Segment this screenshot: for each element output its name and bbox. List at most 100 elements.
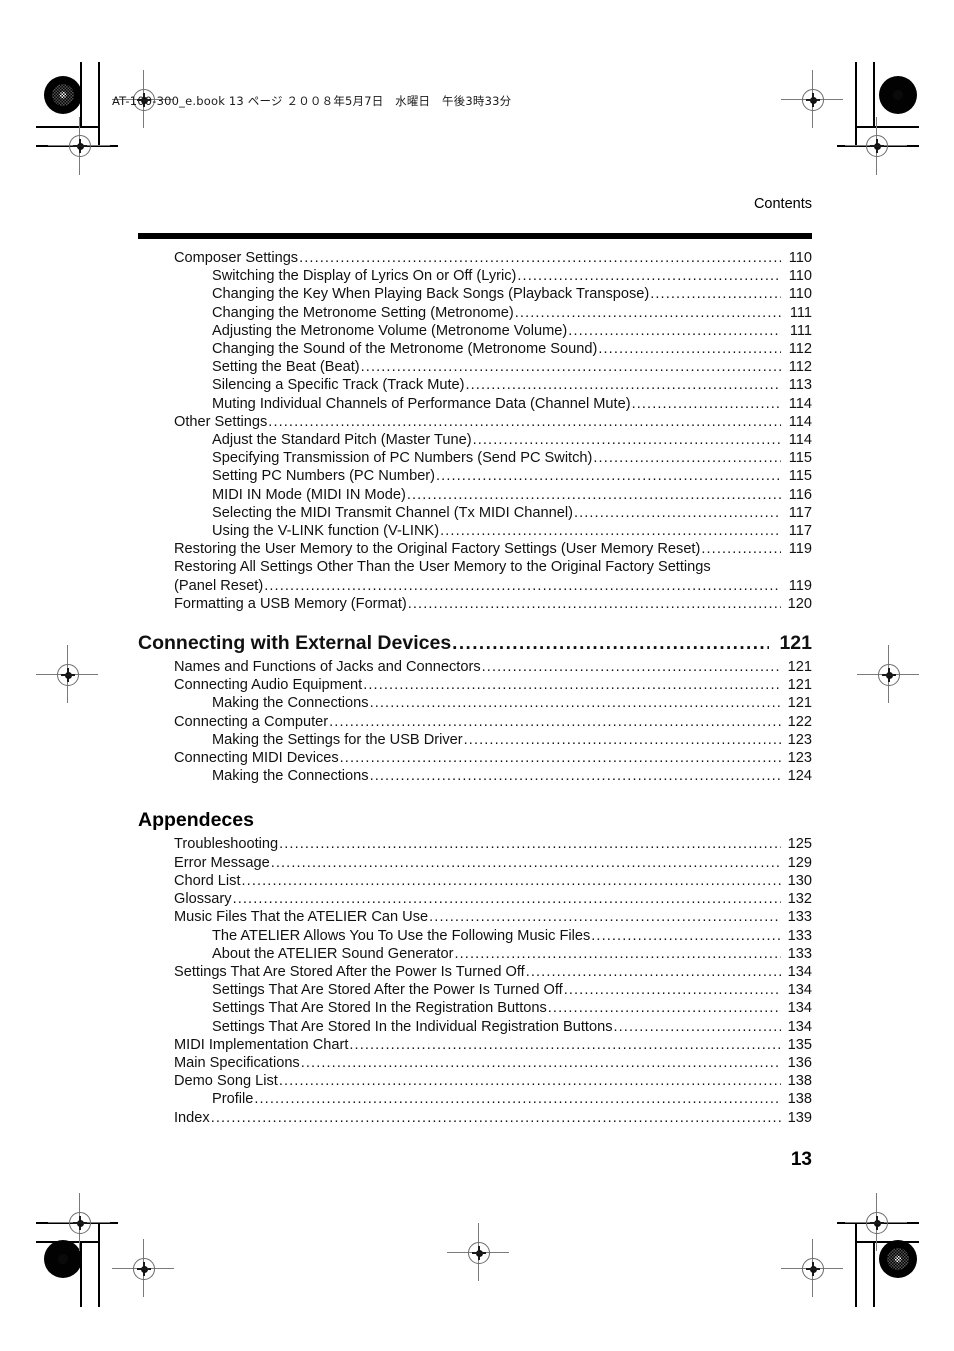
toc-entry[interactable]: Glossary................................… [138, 890, 812, 908]
toc-entry[interactable]: Changing the Metronome Setting (Metronom… [138, 304, 812, 322]
toc-entry[interactable]: Connecting a Computer...................… [138, 713, 812, 731]
toc-entry-label: The ATELIER Allows You To Use the Follow… [212, 927, 591, 944]
toc-entry[interactable]: Connecting Audio Equipment..............… [138, 676, 812, 694]
toc-dot-leader: ........................................… [363, 677, 781, 694]
toc-entry[interactable]: Setting the Beat (Beat).................… [138, 358, 812, 376]
toc-entry-label: MIDI IN Mode (MIDI IN Mode) [212, 486, 406, 503]
toc-dot-leader: ........................................… [440, 523, 781, 540]
toc-entry[interactable]: Settings That Are Stored In the Registra… [138, 999, 812, 1017]
reg-line-bottom-left2-v [143, 1239, 144, 1297]
toc-chapter-entry[interactable]: Connecting with External Devices........… [138, 629, 812, 658]
toc-entry[interactable]: Making the Connections..................… [138, 694, 812, 712]
registration-mark-mid-left [57, 664, 79, 686]
toc-entry-page-number: 115 [788, 450, 812, 467]
toc-dot-leader: ........................................… [525, 963, 781, 980]
toc-entry-label: Glossary [174, 891, 232, 908]
toc-entry-label: Chord List [174, 872, 241, 889]
toc-entry-page-number: 119 [788, 541, 812, 558]
toc-entry[interactable]: Adjusting the Metronome Volume (Metronom… [138, 322, 812, 340]
toc-entry-label: Settings That Are Stored After the Power… [174, 963, 525, 980]
toc-entry[interactable]: Formatting a USB Memory (Format)........… [138, 595, 812, 613]
toc-entry-label: Switching the Display of Lyrics On or Of… [212, 268, 517, 285]
toc-dot-leader: ........................................… [279, 836, 781, 853]
toc-entry[interactable]: Music Files That the ATELIER Can Use....… [138, 908, 812, 926]
toc-entry[interactable]: Selecting the MIDI Transmit Channel (Tx … [138, 504, 812, 522]
toc-entry-label: Connecting MIDI Devices [174, 750, 339, 767]
toc-entry-page-number: 133 [787, 945, 812, 962]
crop-mark-top-left-horizontal [36, 145, 118, 147]
toc-dot-leader: ........................................… [406, 486, 781, 503]
toc-entry[interactable]: Settings That Are Stored After the Power… [138, 963, 812, 981]
toc-entry[interactable]: Main Specifications.....................… [138, 1054, 812, 1072]
toc-entry-page-number: 111 [789, 304, 812, 321]
reg-line-bottom-left-v [79, 1193, 80, 1251]
toc-entry[interactable]: Other Settings..........................… [138, 413, 812, 431]
toc-entry-label: Demo Song List [174, 1073, 278, 1090]
toc-entry-label: Error Message [174, 854, 270, 871]
toc-entry[interactable]: Specifying Transmission of PC Numbers (S… [138, 449, 812, 467]
toc-entry[interactable]: Settings That Are Stored After the Power… [138, 981, 812, 999]
toc-entry[interactable]: Settings That Are Stored In the Individu… [138, 1018, 812, 1036]
toc-entry[interactable]: Using the V-LINK function (V-LINK)......… [138, 522, 812, 540]
toc-entry[interactable]: Changing the Sound of the Metronome (Met… [138, 340, 812, 358]
crop-mark-bottom-left-horizontal [36, 1222, 118, 1224]
toc-entry[interactable]: Muting Individual Channels of Performanc… [138, 395, 812, 413]
toc-dot-leader: ........................................… [452, 633, 769, 655]
toc-entry[interactable]: Making the Settings for the USB Driver..… [138, 731, 812, 749]
halftone-circle-bottom-right [879, 1240, 917, 1278]
reg-line-bottom-center-h [447, 1252, 509, 1253]
toc-entry-page-number: 114 [788, 413, 812, 430]
toc-entry[interactable]: Silencing a Specific Track (Track Mute).… [138, 376, 812, 394]
page-number: 13 [790, 1149, 812, 1170]
toc-dot-leader: ........................................… [329, 713, 781, 730]
toc-entry-page-number: 136 [787, 1054, 812, 1071]
toc-entry[interactable]: Restoring All Settings Other Than the Us… [138, 558, 812, 576]
toc-entry[interactable]: Composer Settings.......................… [138, 249, 812, 267]
toc-entry-page-number: 122 [787, 713, 812, 730]
toc-entry[interactable]: Adjust the Standard Pitch (Master Tune).… [138, 431, 812, 449]
reg-line-mid-left-h [36, 674, 98, 675]
toc-entry[interactable]: (Panel Reset)...........................… [138, 577, 812, 595]
toc-entry[interactable]: Index...................................… [138, 1109, 812, 1127]
toc-entry-page-number: 111 [789, 322, 812, 339]
toc-entry-label: Changing the Metronome Setting (Metronom… [212, 304, 514, 321]
reg-line-bottom-right-v [876, 1193, 877, 1251]
toc-dot-leader: ........................................… [369, 768, 781, 785]
toc-entry[interactable]: Switching the Display of Lyrics On or Of… [138, 267, 812, 285]
toc-entry[interactable]: Demo Song List..........................… [138, 1072, 812, 1090]
toc-dot-leader: ........................................… [264, 577, 781, 594]
toc-entry[interactable]: Setting PC Numbers (PC Number)..........… [138, 467, 812, 485]
toc-entry[interactable]: Connecting MIDI Devices.................… [138, 749, 812, 767]
crop-mark-top-right-horizontal [837, 145, 919, 147]
toc-entry-label: Settings That Are Stored After the Power… [212, 982, 563, 999]
toc-entry[interactable]: Troubleshooting.........................… [138, 835, 812, 853]
toc-entry-page-number: 139 [787, 1109, 812, 1126]
toc-dot-leader: ........................................… [472, 432, 781, 449]
reg-line-top-left2-h [48, 145, 110, 146]
toc-entry-label: Making the Connections [212, 768, 369, 785]
registration-mark-top-right-inner [866, 135, 888, 157]
toc-entry[interactable]: Chord List..............................… [138, 872, 812, 890]
toc-entry-label: Profile [212, 1091, 254, 1108]
toc-entry-label: Using the V-LINK function (V-LINK) [212, 523, 440, 540]
toc-entry[interactable]: Profile.................................… [138, 1090, 812, 1108]
toc-entry[interactable]: Restoring the User Memory to the Origina… [138, 540, 812, 558]
toc-entry[interactable]: Making the Connections..................… [138, 767, 812, 785]
toc-entry[interactable]: MIDI IN Mode (MIDI IN Mode).............… [138, 486, 812, 504]
toc-entry[interactable]: Error Message...........................… [138, 854, 812, 872]
reg-line-mid-left-v [67, 645, 68, 703]
toc-entry-page-number: 117 [788, 523, 812, 540]
registration-mark-mid-right [878, 664, 900, 686]
toc-entry-label: Connecting Audio Equipment [174, 677, 363, 694]
toc-entry-page-number: 130 [787, 872, 812, 889]
registration-mark-top-right [802, 89, 824, 111]
toc-entry[interactable]: Names and Functions of Jacks and Connect… [138, 658, 812, 676]
reg-line-top-right2-v [876, 117, 877, 175]
toc-entry[interactable]: Changing the Key When Playing Back Songs… [138, 285, 812, 303]
toc-entry[interactable]: The ATELIER Allows You To Use the Follow… [138, 927, 812, 945]
toc-entry-page-number: 124 [787, 768, 812, 785]
toc-entry[interactable]: About the ATELIER Sound Generator.......… [138, 945, 812, 963]
toc-entry[interactable]: MIDI Implementation Chart...............… [138, 1036, 812, 1054]
reg-line-bottom-left-h [48, 1222, 110, 1223]
toc-entry-page-number: 114 [788, 432, 812, 449]
